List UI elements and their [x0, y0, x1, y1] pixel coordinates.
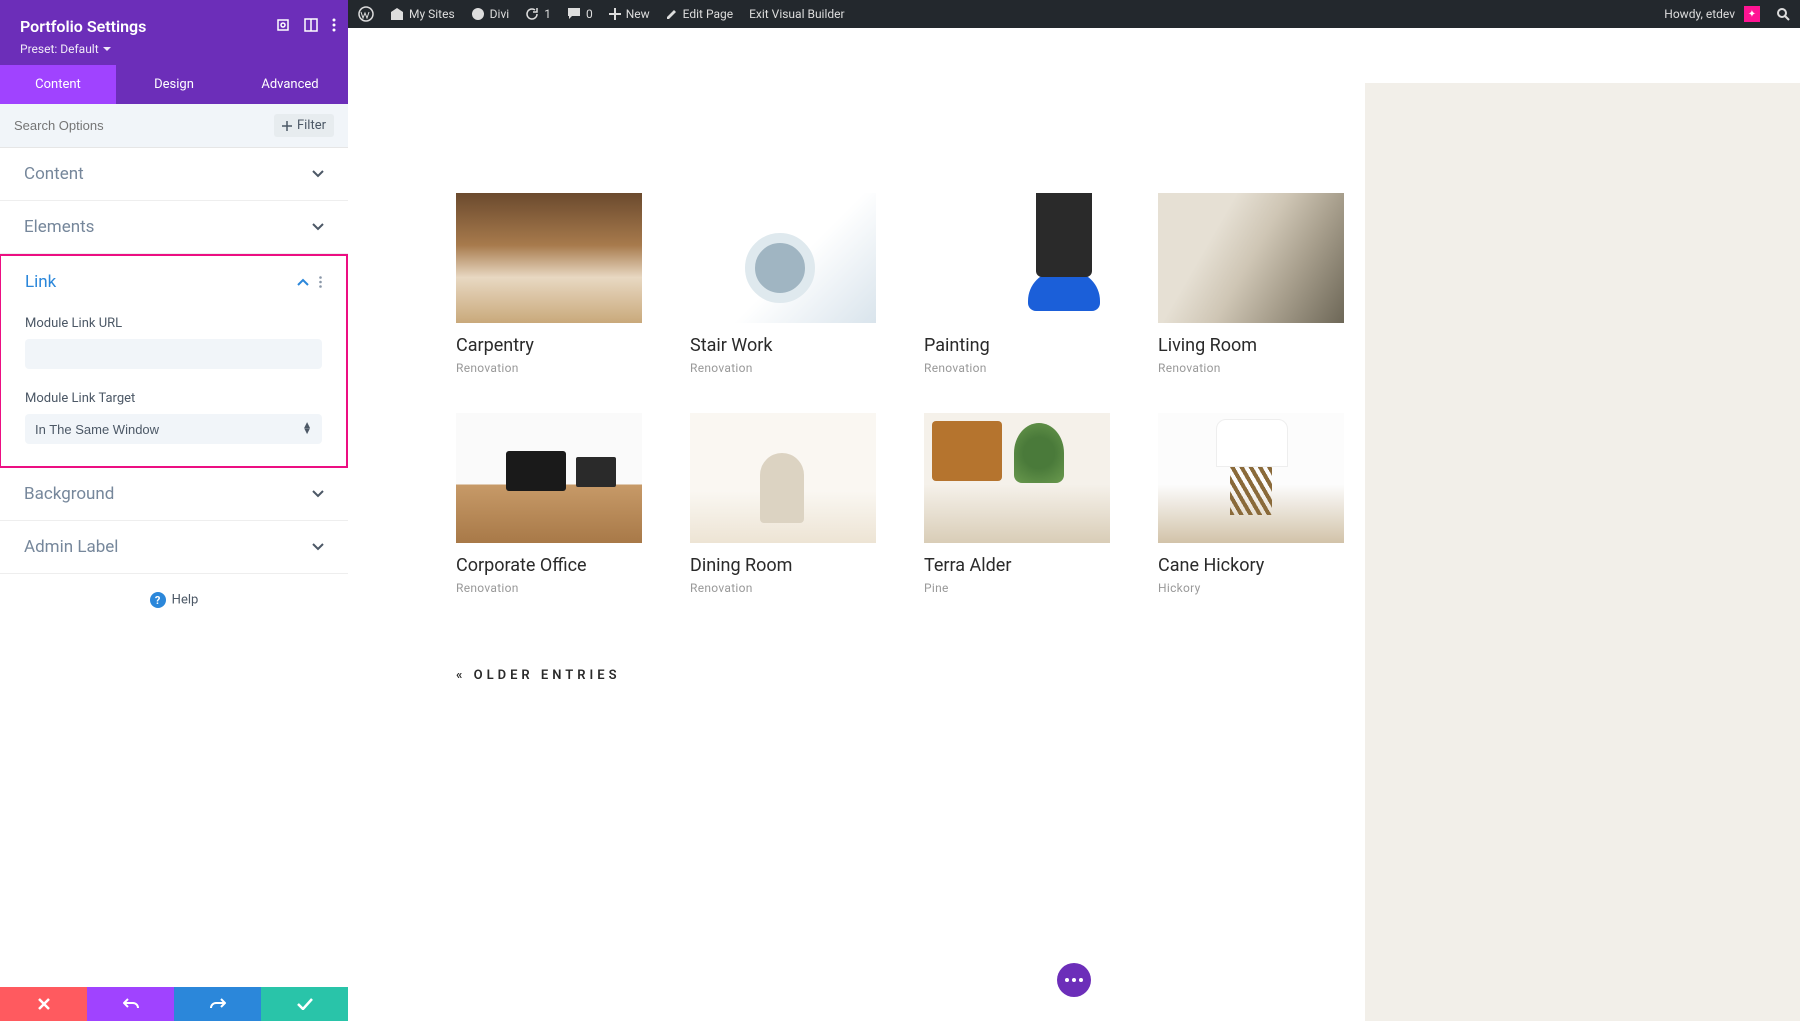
portfolio-category: Renovation: [690, 361, 922, 375]
search-row: Filter: [0, 104, 348, 148]
portfolio-thumbnail: [924, 193, 1110, 323]
divi-link[interactable]: Divi: [471, 7, 510, 21]
portfolio-thumbnail: [456, 193, 642, 323]
portfolio-item[interactable]: Carpentry Renovation: [456, 193, 688, 375]
portfolio-thumbnail: [1158, 193, 1344, 323]
expand-icon[interactable]: [276, 18, 290, 32]
link-target-select[interactable]: [25, 414, 322, 444]
portfolio-category: Hickory: [1158, 581, 1390, 595]
wp-admin-bar: My Sites Divi 1 0 New Edit Page Exit Vis…: [348, 0, 1800, 28]
section-content[interactable]: Content: [0, 148, 348, 201]
undo-button[interactable]: [87, 987, 174, 1021]
wp-logo-icon[interactable]: [358, 6, 374, 22]
portfolio-category: Pine: [924, 581, 1156, 595]
chevron-down-icon: [312, 223, 324, 231]
search-input[interactable]: [14, 118, 274, 133]
portfolio-thumbnail: [690, 413, 876, 543]
portfolio-thumbnail: [1158, 413, 1344, 543]
section-background[interactable]: Background: [0, 468, 348, 521]
background-block: [1365, 83, 1800, 1021]
tab-advanced[interactable]: Advanced: [232, 65, 348, 104]
layout-icon[interactable]: [304, 18, 318, 32]
help-icon: ?: [150, 592, 166, 608]
tab-design[interactable]: Design: [116, 65, 232, 104]
portfolio-item[interactable]: Terra Alder Pine: [924, 413, 1156, 595]
new-link[interactable]: New: [609, 7, 650, 21]
portfolio-title: Cane Hickory: [1158, 555, 1390, 576]
portfolio-category: Renovation: [690, 581, 922, 595]
link-target-label: Module Link Target: [25, 391, 322, 406]
chevron-up-icon: [297, 278, 309, 286]
kebab-icon[interactable]: [332, 18, 336, 32]
section-elements[interactable]: Elements: [0, 201, 348, 254]
updates-link[interactable]: 1: [525, 7, 551, 21]
portfolio-category: Renovation: [924, 361, 1156, 375]
portfolio-title: Stair Work: [690, 335, 922, 356]
help-link[interactable]: ?Help: [0, 574, 348, 626]
save-button[interactable]: [261, 987, 348, 1021]
bottom-action-bar: [0, 987, 348, 1021]
kebab-icon[interactable]: [319, 276, 322, 288]
main-canvas: My Sites Divi 1 0 New Edit Page Exit Vis…: [348, 0, 1800, 1021]
portfolio-item[interactable]: Dining Room Renovation: [690, 413, 922, 595]
older-entries-link[interactable]: « OLDER ENTRIES: [456, 668, 621, 683]
portfolio-item[interactable]: Stair Work Renovation: [690, 193, 922, 375]
panel-tabs: Content Design Advanced: [0, 65, 348, 104]
portfolio-category: Renovation: [456, 361, 688, 375]
tab-content[interactable]: Content: [0, 65, 116, 104]
portfolio-grid: Carpentry Renovation Stair Work Renovati…: [456, 193, 1390, 595]
portfolio-title: Living Room: [1158, 335, 1390, 356]
settings-sidebar: Portfolio Settings Preset: Default Conte…: [0, 0, 348, 1021]
portfolio-title: Dining Room: [690, 555, 922, 576]
portfolio-item[interactable]: Cane Hickory Hickory: [1158, 413, 1390, 595]
portfolio-thumbnail: [456, 413, 642, 543]
portfolio-title: Carpentry: [456, 335, 688, 356]
portfolio-thumbnail: [690, 193, 876, 323]
edit-page-link[interactable]: Edit Page: [666, 7, 733, 21]
preset-dropdown[interactable]: Preset: Default: [20, 42, 111, 56]
link-url-label: Module Link URL: [25, 316, 322, 331]
chevron-down-icon: [312, 170, 324, 178]
chevron-down-icon: [312, 543, 324, 551]
section-admin-label[interactable]: Admin Label: [0, 521, 348, 574]
exit-vb-link[interactable]: Exit Visual Builder: [749, 7, 845, 21]
portfolio-item[interactable]: Painting Renovation: [924, 193, 1156, 375]
portfolio-item[interactable]: Corporate Office Renovation: [456, 413, 688, 595]
filter-button[interactable]: Filter: [274, 114, 334, 137]
chevron-down-icon: [312, 490, 324, 498]
portfolio-title: Terra Alder: [924, 555, 1156, 576]
portfolio-title: Painting: [924, 335, 1156, 356]
portfolio-category: Renovation: [456, 581, 688, 595]
portfolio-thumbnail: [924, 413, 1110, 543]
portfolio-title: Corporate Office: [456, 555, 688, 576]
search-icon[interactable]: [1776, 7, 1790, 21]
link-url-input[interactable]: [25, 339, 322, 369]
panel-header: Portfolio Settings Preset: Default: [0, 0, 348, 65]
portfolio-category: Renovation: [1158, 361, 1390, 375]
howdy-user[interactable]: Howdy, etdev✦: [1664, 6, 1760, 22]
redo-button[interactable]: [174, 987, 261, 1021]
my-sites-link[interactable]: My Sites: [390, 7, 455, 21]
comments-link[interactable]: 0: [567, 7, 593, 21]
section-link-header[interactable]: Link: [1, 256, 346, 308]
section-link: Link Module Link URL Module Link Target …: [0, 254, 348, 468]
builder-fab[interactable]: [1057, 963, 1091, 997]
cancel-button[interactable]: [0, 987, 87, 1021]
portfolio-item[interactable]: Living Room Renovation: [1158, 193, 1390, 375]
avatar: ✦: [1744, 6, 1760, 22]
